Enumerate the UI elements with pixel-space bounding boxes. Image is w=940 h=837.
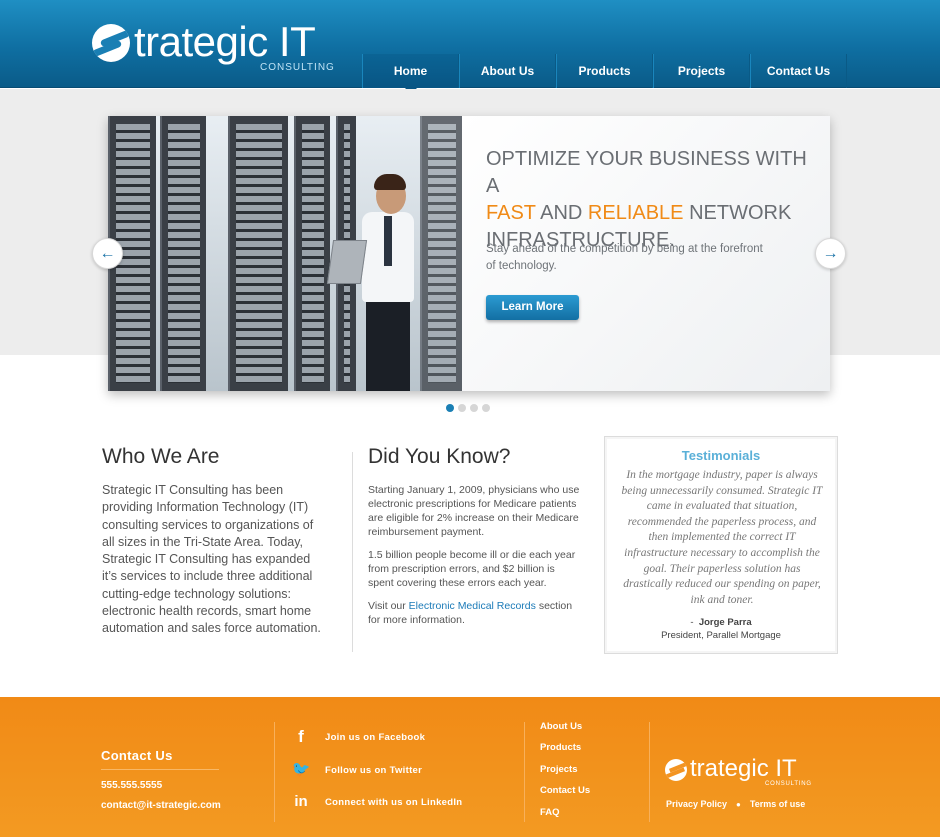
footer-link-about-us[interactable]: About Us [540,721,590,732]
logo-text: trategic IT [134,18,316,65]
slider-dot[interactable] [446,404,454,412]
testimonial-author: - Jorge Parra [690,617,752,628]
linkedin-icon: in [294,793,308,810]
slider-dot[interactable] [482,404,490,412]
linkedin-link[interactable]: in Connect with us on LinkedIn [290,791,462,813]
facebook-icon: f [298,727,304,746]
electronic-medical-records-link[interactable]: Electronic Medical Records [409,600,536,612]
footer-contact-title: Contact Us [101,748,173,763]
footer-link-products[interactable]: Products [540,742,590,753]
logo-subtitle: CONSULTING [260,62,335,73]
fact-paragraph: 1.5 billion people become ill or die eac… [368,549,576,589]
testimonial-quote: In the mortgage industry, paper is alway… [621,469,823,606]
learn-more-button[interactable]: Learn More [486,295,579,320]
server-room-photo [108,116,462,391]
testimonials-title: Testimonials [681,448,761,463]
facebook-link[interactable]: f Join us on Facebook [290,726,425,748]
footer-logo-text: trategic IT [690,755,797,782]
footer-divider [274,722,275,822]
slide-content: OPTIMIZE YOUR BUSINESS WITH A FAST AND R… [462,116,830,391]
nav-about-us[interactable]: About Us [459,54,556,88]
testimonial-role: President, Parallel Mortgage [661,630,781,641]
logo-s-mark-icon [665,759,687,781]
nav-contact-us[interactable]: Contact Us [750,54,847,88]
nav-products[interactable]: Products [556,54,653,88]
arrow-left-icon[interactable]: ← [92,238,123,269]
site-logo[interactable]: trategic IT CONSULTING [92,18,342,76]
logo-s-mark-icon [92,24,130,62]
laptop-icon [326,240,368,284]
testimonials-box: Testimonials In the mortgage industry, p… [604,436,838,654]
privacy-policy-link[interactable]: Privacy Policy [666,799,727,809]
slider-dot[interactable] [458,404,466,412]
footer-logo[interactable]: trategic IT CONSULTING [665,755,835,791]
footer-phone: 555.555.5555 [101,780,163,791]
column-divider [352,452,353,652]
slide-headline: OPTIMIZE YOUR BUSINESS WITH A FAST AND R… [486,148,807,251]
footer-legal: Privacy Policy ● Terms of use [666,799,805,809]
footer-link-projects[interactable]: Projects [540,764,590,775]
slide-description: Stay ahead of the competition by being a… [486,243,763,272]
did-you-know-title: Did You Know? [368,445,511,468]
footer-divider [649,722,650,822]
footer-logo-subtitle: CONSULTING [765,781,812,787]
fact-paragraph: Starting January 1, 2009, physicians who… [368,484,580,538]
bullet-separator-icon: ● [736,799,741,809]
footer-links: About Us Products Projects Contact Us FA… [540,721,590,828]
hero-slider: OPTIMIZE YOUR BUSINESS WITH A FAST AND R… [108,116,830,391]
nav-home[interactable]: Home [362,54,459,94]
twitter-icon: 🐦 [291,761,311,778]
footer-divider [524,722,525,822]
footer-link-contact-us[interactable]: Contact Us [540,785,590,796]
who-we-are-text: Strategic IT Consulting has been providi… [102,483,321,636]
footer-email-link[interactable]: contact@it-strategic.com [101,800,221,811]
footer-link-faq[interactable]: FAQ [540,807,590,818]
main-nav: Home About Us Products Projects Contact … [362,54,847,94]
arrow-right-icon[interactable]: → [815,238,846,269]
did-you-know-text: Starting January 1, 2009, physicians who… [368,483,583,636]
footer-divider [101,769,219,770]
site-footer: Contact Us 555.555.5555 contact@it-strat… [0,697,940,837]
terms-of-use-link[interactable]: Terms of use [750,799,805,809]
slider-dot[interactable] [470,404,478,412]
visit-paragraph: Visit our Electronic Medical Records sec… [368,600,573,626]
slider-dots [446,404,490,412]
twitter-link[interactable]: 🐦 Follow us on Twitter [290,759,422,781]
site-header: trategic IT CONSULTING Home About Us Pro… [0,0,940,94]
nav-projects[interactable]: Projects [653,54,750,88]
who-we-are-title: Who We Are [102,445,220,468]
